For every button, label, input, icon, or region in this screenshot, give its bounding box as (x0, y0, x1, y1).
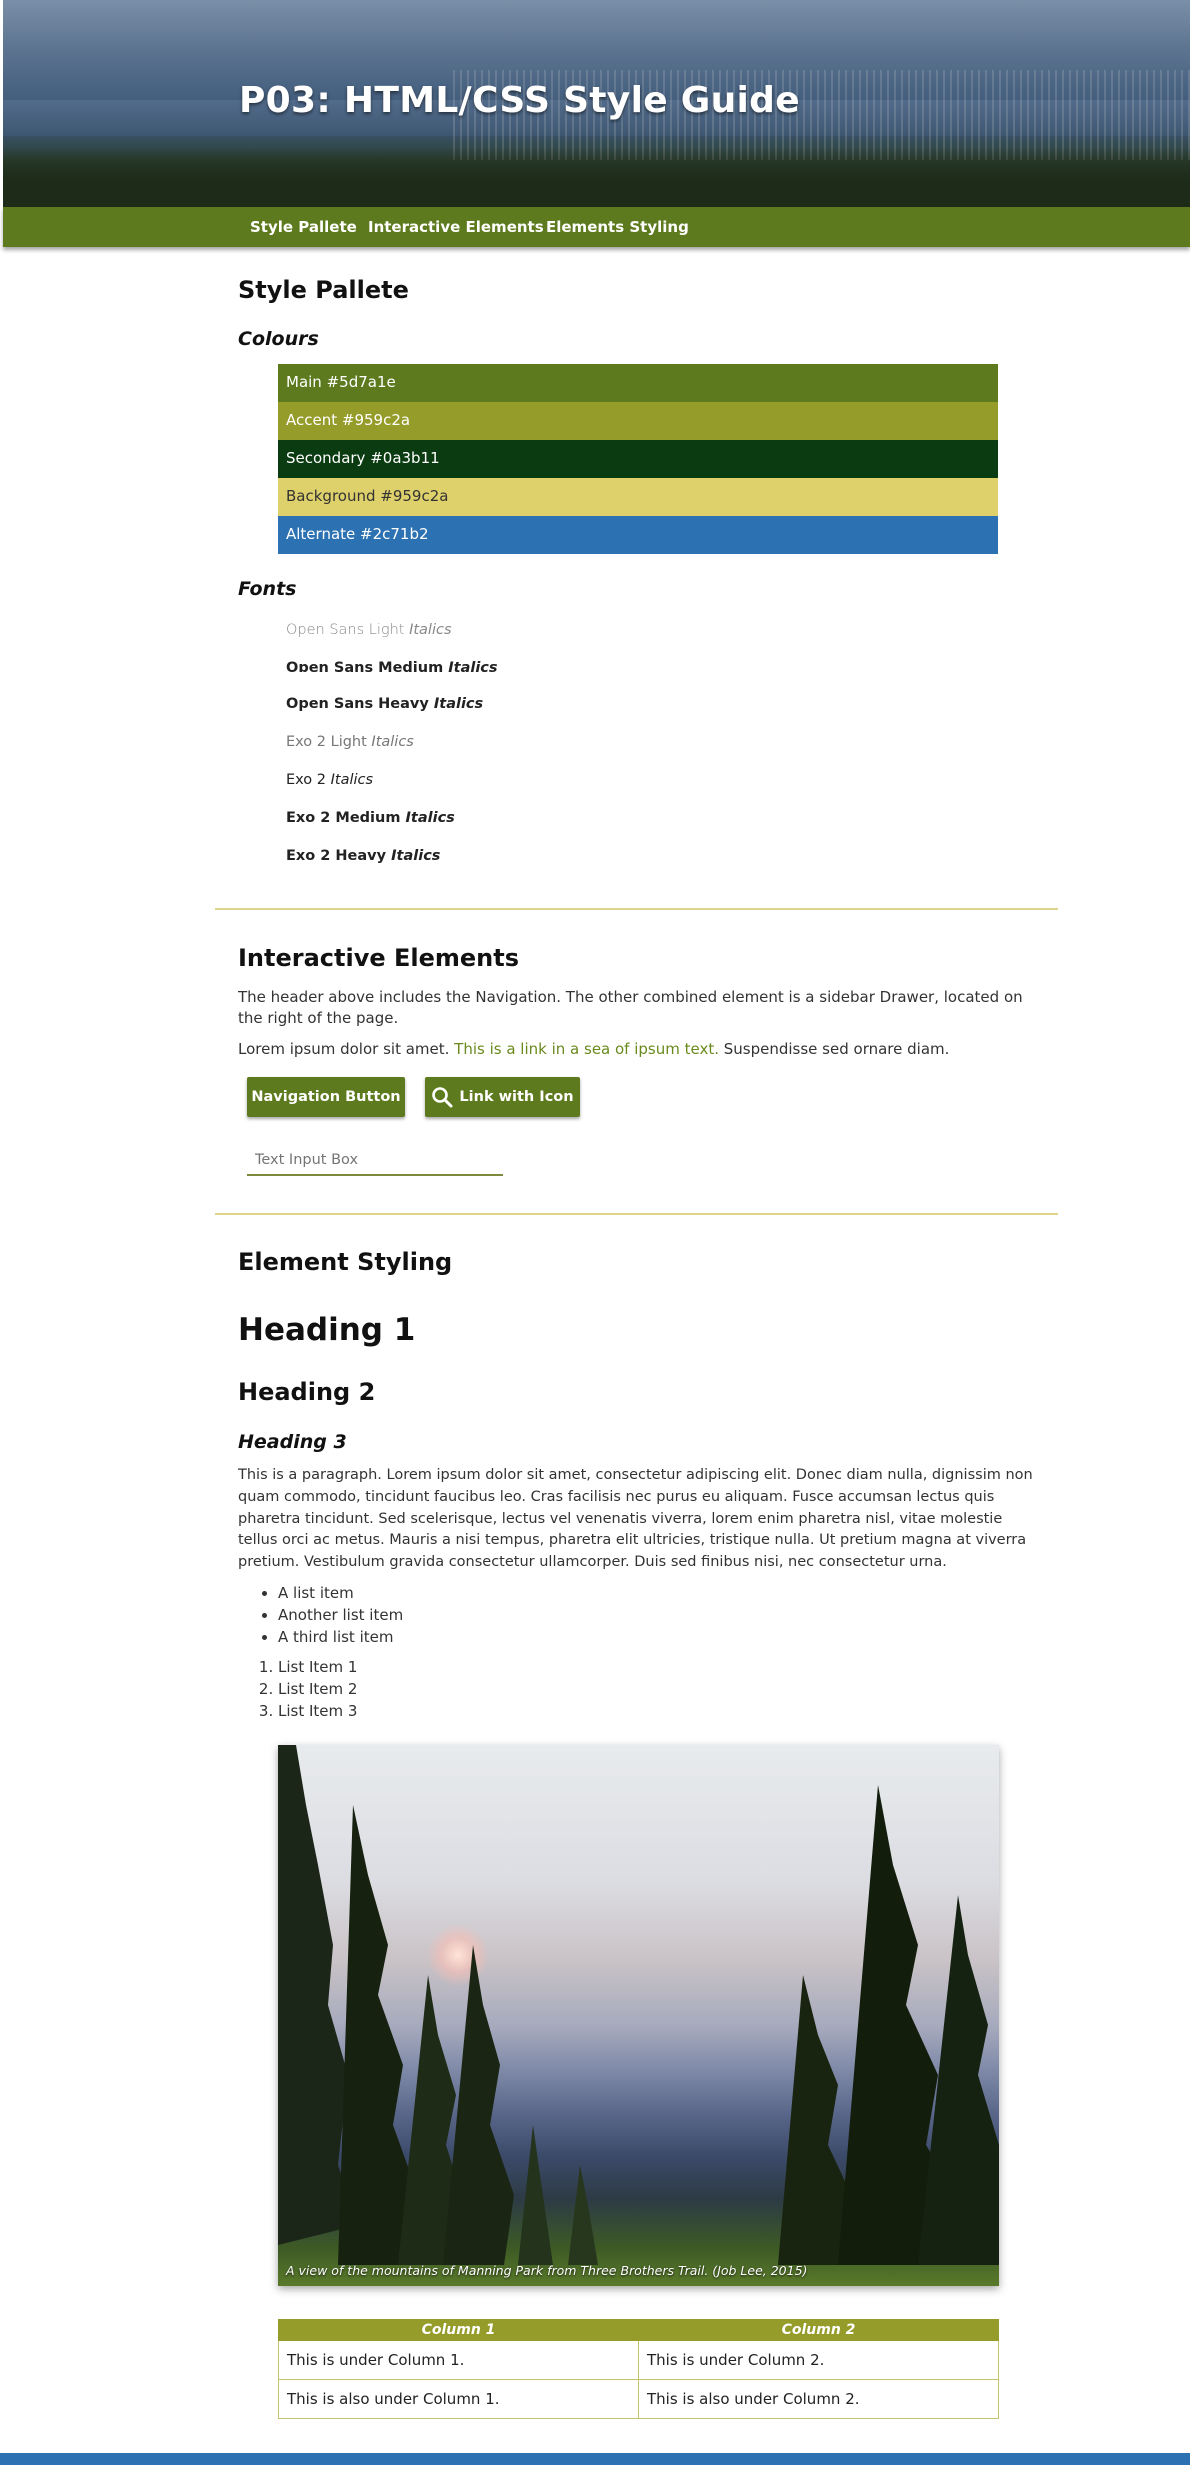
swatch-main: Main #5d7a1e (278, 364, 998, 402)
list-item: List Item 2 (278, 1678, 357, 1700)
section-title-interactive: Interactive Elements (238, 944, 520, 972)
font-sample-open-sans-medium: Open Sans Medium Italics (286, 660, 498, 672)
list-item: List Item 1 (278, 1656, 357, 1678)
lorem-paragraph: Lorem ipsum dolor sit amet. This is a li… (238, 1039, 1038, 1060)
list-item: A third list item (278, 1626, 403, 1648)
section-divider (215, 1213, 1058, 1215)
tree-silhouettes (278, 1745, 999, 2265)
font-sample-exo-medium: Exo 2 Medium Italics (286, 810, 455, 826)
table-cell: This is also under Column 2. (638, 2379, 999, 2419)
nav-item-elements-styling[interactable]: Elements Styling (546, 218, 689, 236)
text-input-box[interactable] (247, 1146, 503, 1176)
swatch-secondary: Secondary #0a3b11 (278, 440, 998, 478)
colours-heading: Colours (238, 328, 319, 350)
swatch-label: Background #959c2a (286, 487, 449, 505)
font-italic: Italics (391, 848, 441, 864)
table-cell: This is also under Column 1. (278, 2379, 639, 2419)
link-with-icon-button[interactable]: Link with Icon (425, 1077, 580, 1117)
table-row: This is also under Column 1. This is als… (278, 2379, 999, 2419)
swatch-background: Background #959c2a (278, 478, 998, 516)
main-nav: Style Pallete Interactive Elements Eleme… (3, 207, 1190, 247)
swatch-label: Alternate #2c71b2 (286, 525, 429, 543)
lorem-text-before: Lorem ipsum dolor sit amet. (238, 1040, 455, 1058)
sample-table: Column 1 Column 2 This is under Column 1… (278, 2319, 999, 2419)
font-italic: Italics (433, 696, 484, 712)
column-header: Column 1 (278, 2319, 639, 2341)
navigation-button[interactable]: Navigation Button (247, 1077, 405, 1117)
font-sample-exo-light: Exo 2 Light Italics (286, 734, 414, 750)
swatch-alternate: Alternate #2c71b2 (278, 516, 998, 554)
heading-1-sample: Heading 1 (238, 1312, 416, 1348)
table-cell: This is under Column 2. (638, 2340, 999, 2380)
ordered-list: List Item 1 List Item 2 List Item 3 (278, 1656, 357, 1722)
fonts-heading: Fonts (238, 578, 297, 600)
list-item: A list item (278, 1582, 403, 1604)
lorem-text-after: Suspendisse sed ornare diam. (719, 1040, 950, 1058)
header-banner: P03: HTML/CSS Style Guide (3, 0, 1190, 207)
table-row: This is under Column 1. This is under Co… (278, 2340, 999, 2380)
footer-bar (0, 2453, 1190, 2465)
section-title-element-styling: Element Styling (238, 1248, 453, 1276)
font-name: Exo 2 (286, 772, 327, 788)
swatch-label: Accent #959c2a (286, 411, 411, 429)
table-header-row: Column 1 Column 2 (278, 2319, 999, 2341)
font-italic: Italics (405, 810, 455, 826)
nav-item-interactive-elements[interactable]: Interactive Elements (368, 218, 544, 236)
font-name: Open Sans Medium (286, 660, 444, 672)
list-item: List Item 3 (278, 1700, 357, 1722)
navigation-button-label: Navigation Button (251, 1089, 401, 1105)
column-header: Column 2 (638, 2319, 999, 2341)
font-italic: Italics (409, 622, 452, 638)
font-italic: Italics (448, 660, 498, 672)
inline-link[interactable]: This is a link in a sea of ipsum text. (454, 1040, 719, 1058)
search-icon (432, 1087, 453, 1108)
font-sample-exo: Exo 2 Italics (286, 772, 373, 788)
font-name: Open Sans Light (286, 622, 405, 638)
font-italic: Italics (371, 734, 414, 750)
heading-3-sample: Heading 3 (238, 1431, 347, 1453)
banner-trees (3, 147, 1190, 207)
font-sample-open-sans-heavy: Open Sans Heavy Italics (286, 696, 483, 712)
swatch-accent: Accent #959c2a (278, 402, 998, 440)
font-sample-exo-heavy: Exo 2 Heavy Italics (286, 848, 440, 864)
font-name: Open Sans Heavy (286, 696, 429, 712)
font-sample-open-sans-light: Open Sans Light Italics (286, 622, 452, 638)
table-cell: This is under Column 1. (278, 2340, 639, 2380)
font-name: Exo 2 Light (286, 734, 367, 750)
list-item: Another list item (278, 1604, 403, 1626)
swatch-label: Secondary #0a3b11 (286, 449, 440, 467)
font-name: Exo 2 Heavy (286, 848, 387, 864)
page-title: P03: HTML/CSS Style Guide (239, 80, 800, 121)
landscape-image: A view of the mountains of Manning Park … (278, 1745, 999, 2286)
unordered-list: A list item Another list item A third li… (278, 1582, 403, 1648)
interactive-intro: The header above includes the Navigation… (238, 988, 1023, 1027)
image-caption: A view of the mountains of Manning Park … (286, 2263, 808, 2278)
section-title-style-pallete: Style Pallete (238, 276, 409, 304)
nav-item-style-pallete[interactable]: Style Pallete (250, 218, 357, 236)
link-with-icon-label: Link with Icon (459, 1089, 574, 1105)
section-divider (215, 908, 1058, 910)
font-italic: Italics (330, 772, 374, 788)
sample-paragraph: This is a paragraph. Lorem ipsum dolor s… (238, 1467, 1033, 1571)
font-name: Exo 2 Medium (286, 810, 401, 826)
heading-2-sample: Heading 2 (238, 1378, 376, 1406)
swatch-label: Main #5d7a1e (286, 373, 396, 391)
